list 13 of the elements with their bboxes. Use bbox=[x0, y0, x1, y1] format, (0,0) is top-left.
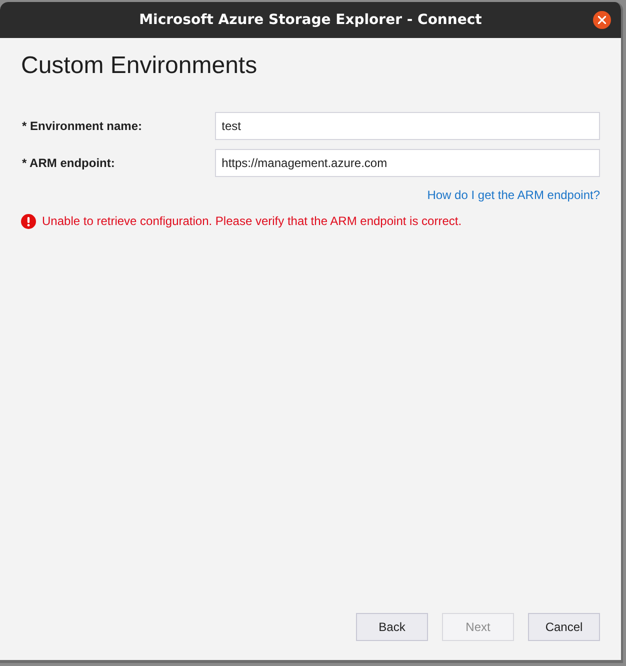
page-heading: Custom Environments bbox=[21, 51, 258, 81]
text-field[interactable]: https://management.azure.com bbox=[214, 149, 600, 177]
help-link[interactable]: How do I get the ARM endpoint? bbox=[427, 186, 600, 204]
error-icon bbox=[21, 214, 36, 228]
dialog-button[interactable]: Back bbox=[356, 613, 428, 641]
field-label: * ARM endpoint: bbox=[21, 155, 116, 172]
text-field[interactable]: test bbox=[214, 112, 600, 140]
close-icon bbox=[598, 16, 606, 24]
field-label: * Environment name: bbox=[21, 118, 144, 135]
window-title: Microsoft Azure Storage Explorer - Connect bbox=[139, 10, 482, 30]
dialog-button[interactable]: Cancel bbox=[528, 613, 600, 641]
close-button[interactable] bbox=[593, 11, 611, 29]
error-message: Unable to retrieve configuration. Please verify that the ARM endpoint is correct. bbox=[42, 213, 462, 230]
